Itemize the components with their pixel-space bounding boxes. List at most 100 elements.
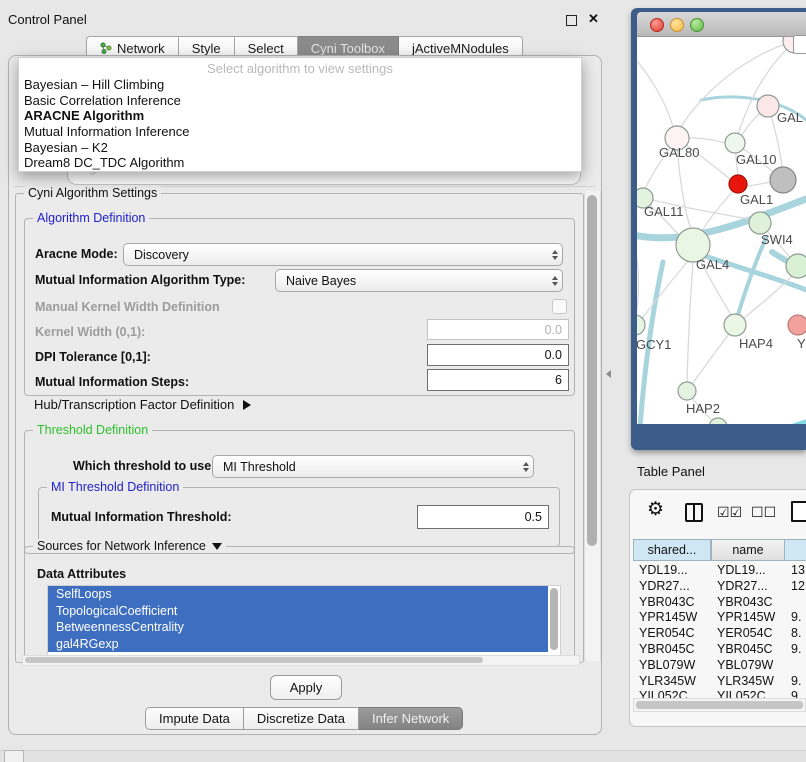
threshold-definition-title: Threshold Definition (33, 423, 152, 437)
expand-right-icon (243, 400, 251, 410)
mi-threshold-input[interactable]: 0.5 (417, 505, 549, 529)
table-row[interactable]: YBR045CYBR045C9. (633, 642, 806, 658)
table-row[interactable]: YER054CYER054C8. (633, 626, 806, 642)
dropdown-placeholder: Select algorithm to view settings (19, 60, 581, 77)
tab-infer-network[interactable]: Infer Network (359, 707, 463, 730)
kernel-width-label: Kernel Width (0,1): (35, 325, 145, 339)
corner-widget[interactable] (4, 750, 24, 762)
network-window-titlebar[interactable] (637, 12, 806, 37)
algorithm-definition-group: Algorithm Definition Aracne Mode: Discov… (24, 218, 575, 396)
column-header-partial[interactable] (785, 539, 806, 561)
network-node[interactable] (709, 418, 727, 424)
network-node-hap2[interactable] (678, 382, 696, 400)
network-node-hap4[interactable] (724, 314, 746, 336)
horizontal-scrollbar-thumb[interactable] (25, 657, 483, 663)
vertical-scrollbar-thumb[interactable] (587, 195, 597, 546)
table-row[interactable]: YLR345WYLR345W9. (633, 674, 806, 690)
network-icon (100, 42, 112, 54)
edge (746, 182, 771, 186)
attribute-item[interactable]: BetweennessCentrality (48, 619, 548, 636)
column-header-shared-name[interactable]: shared... (633, 539, 711, 561)
aracne-mode-combo[interactable]: Discovery (123, 243, 563, 266)
network-node-gray[interactable] (770, 167, 796, 193)
select-all-columns-icon[interactable]: ☑☑ (717, 504, 742, 521)
node-label: GAL10 (736, 152, 776, 167)
algorithm-option[interactable]: Bayesian – K2 (19, 140, 581, 156)
zoom-traffic-light[interactable] (690, 18, 704, 32)
split-columns-icon[interactable] (685, 503, 703, 522)
close-traffic-light[interactable] (650, 18, 664, 32)
close-icon[interactable]: ✕ (588, 11, 599, 27)
algorithm-option-selected[interactable]: ARACNE Algorithm (19, 108, 581, 124)
aracne-mode-label: Aracne Mode: (35, 247, 118, 261)
which-threshold-label: Which threshold to use: (73, 459, 215, 473)
deselect-all-columns-icon[interactable]: ☐☐ (751, 504, 776, 521)
node-label: HAP2 (686, 401, 720, 416)
which-threshold-combo[interactable]: MI Threshold (212, 455, 534, 478)
minimize-traffic-light[interactable] (670, 18, 684, 32)
list-scrollbar-thumb[interactable] (550, 588, 558, 650)
cyni-bottom-tabs: Impute Data Discretize Data Infer Networ… (145, 707, 463, 730)
attribute-item[interactable]: TopologicalCoefficient (48, 603, 548, 620)
mi-steps-label: Mutual Information Steps: (35, 375, 189, 389)
mi-threshold-definition-title: MI Threshold Definition (47, 480, 183, 494)
table-horizontal-scrollbar (633, 698, 806, 712)
mi-type-label: Mutual Information Algorithm Type: (35, 273, 245, 287)
mi-threshold-label: Mutual Information Threshold: (51, 510, 232, 524)
panel-divider-handle[interactable] (606, 370, 611, 378)
mi-type-combo[interactable]: Naive Bayes (275, 269, 563, 292)
hub-factor-section-toggle[interactable]: Hub/Transcription Factor Definition (34, 397, 251, 412)
gear-icon[interactable]: ⚙ (647, 498, 664, 521)
screen: Control Panel ✕ Network Style Select Cyn… (0, 0, 806, 762)
settings-group-title: Cyni Algorithm Settings (24, 186, 161, 200)
edge (687, 262, 693, 382)
dpi-tolerance-input[interactable]: 0.0 (427, 344, 569, 366)
table-horizontal-scrollbar-thumb[interactable] (636, 701, 803, 709)
edge (641, 261, 688, 320)
edge (637, 61, 673, 127)
column-header-name[interactable]: name (711, 539, 785, 561)
control-panel-window: Control Panel ✕ Network Style Select Cyn… (0, 8, 608, 733)
vertical-scrollbar (584, 191, 601, 661)
table-row[interactable]: YBR043CYBR043C (633, 595, 806, 611)
combo-arrows-icon (552, 250, 558, 260)
tab-label: Network (117, 41, 165, 56)
apply-button[interactable]: Apply (270, 675, 342, 700)
sources-section-toggle[interactable]: Sources for Network Inference (33, 539, 226, 553)
data-attributes-label: Data Attributes (37, 567, 126, 581)
edge (737, 238, 766, 318)
float-window-icon[interactable] (566, 15, 577, 26)
node-label: GAL4 (696, 257, 729, 272)
table-row[interactable]: YDR27...YDR27...12 (633, 579, 806, 595)
export-table-icon[interactable] (791, 501, 806, 522)
partial-toolbar-field (793, 35, 806, 54)
network-node-gcy1[interactable] (637, 315, 645, 335)
attribute-item[interactable]: gal4RGexp (48, 636, 548, 653)
network-node[interactable] (788, 315, 806, 335)
network-node-gal1-selected[interactable] (729, 175, 747, 193)
network-node-swi4[interactable] (749, 212, 771, 234)
table-panel: ⚙ ☑☑ ☐☐ shared... name YDL19...YDL19...1… (629, 489, 806, 727)
algorithm-option[interactable]: Dream8 DC_TDC Algorithm (19, 155, 581, 171)
node-label: GCY1 (637, 337, 671, 352)
network-node-gal10[interactable] (725, 133, 745, 153)
edge (692, 334, 729, 384)
network-canvas[interactable]: GAL GAL80 GAL10 GAL1 GAL11 GAL4 SWI4 GCY… (637, 37, 806, 424)
table-row[interactable]: YPR145WYPR145W9. (633, 610, 806, 626)
algorithm-option[interactable]: Bayesian – Hill Climbing (19, 77, 581, 93)
horizontal-scrollbar (22, 655, 580, 666)
tab-impute-data[interactable]: Impute Data (145, 707, 244, 730)
combo-arrows-icon (552, 276, 558, 286)
mi-steps-input[interactable]: 6 (427, 369, 569, 391)
network-node[interactable] (786, 254, 806, 278)
algorithm-option[interactable]: Mutual Information Inference (19, 124, 581, 140)
node-label: GAL (777, 110, 803, 125)
tab-discretize-data[interactable]: Discretize Data (244, 707, 359, 730)
table-row[interactable]: YBL079WYBL079W (633, 658, 806, 674)
network-node[interactable] (757, 95, 779, 117)
algorithm-option[interactable]: Basic Correlation Inference (19, 93, 581, 109)
data-attributes-list: SelfLoops TopologicalCoefficient Between… (47, 585, 561, 657)
edge (744, 275, 793, 318)
attribute-item[interactable]: SelfLoops (48, 586, 548, 603)
table-row[interactable]: YDL19...YDL19...13 (633, 563, 806, 579)
